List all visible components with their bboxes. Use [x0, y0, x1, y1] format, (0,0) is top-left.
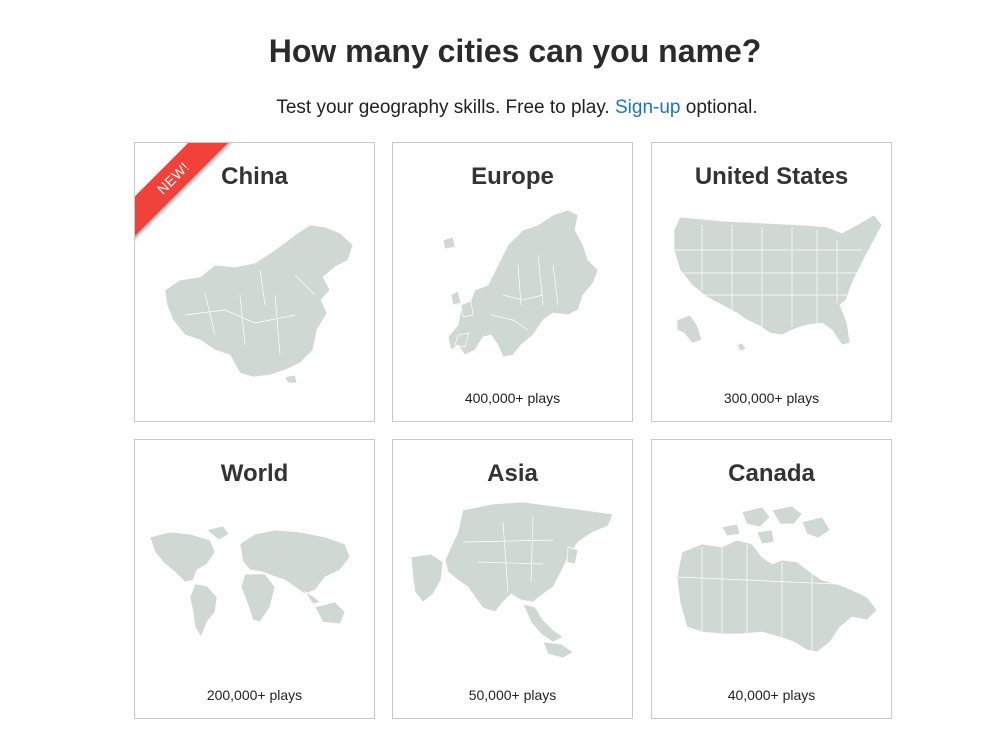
card-plays: 200,000+ plays	[206, 687, 303, 703]
card-title: Canada	[728, 460, 815, 487]
page-title: How many cities can you name?	[268, 33, 762, 69]
card-world[interactable]: World 200,000+ plays	[134, 439, 375, 719]
card-title: China	[221, 163, 288, 190]
united-states-map-image	[662, 205, 883, 383]
card-plays: 300,000+ plays	[723, 390, 820, 406]
signup-link[interactable]: Sign-up	[615, 97, 681, 118]
china-map-image	[145, 205, 366, 383]
europe-map-image	[403, 205, 624, 383]
world-map-image	[145, 502, 366, 680]
asia-map-image	[403, 502, 624, 680]
subtitle-suffix: optional.	[680, 97, 758, 118]
card-title: Asia	[487, 460, 538, 487]
card-plays: 40,000+ plays	[727, 687, 816, 703]
card-china[interactable]: China NEW!	[134, 142, 375, 422]
card-title: World	[220, 460, 289, 487]
card-canada[interactable]: Canada 40,000+ plays	[651, 439, 892, 719]
card-plays: 400,000+ plays	[464, 390, 561, 406]
card-united-states[interactable]: United States 300,000+ plays	[651, 142, 892, 422]
card-europe[interactable]: Europe 400,000+ plays	[392, 142, 633, 422]
subtitle-prefix: Test your geography skills. Free to play…	[276, 97, 615, 118]
card-title: United States	[694, 163, 849, 190]
page-subtitle: Test your geography skills. Free to play…	[0, 96, 1002, 120]
card-asia[interactable]: Asia 50,000+ plays	[392, 439, 633, 719]
card-title: Europe	[471, 163, 554, 190]
canada-map-image	[662, 502, 883, 680]
card-plays: 50,000+ plays	[468, 687, 557, 703]
